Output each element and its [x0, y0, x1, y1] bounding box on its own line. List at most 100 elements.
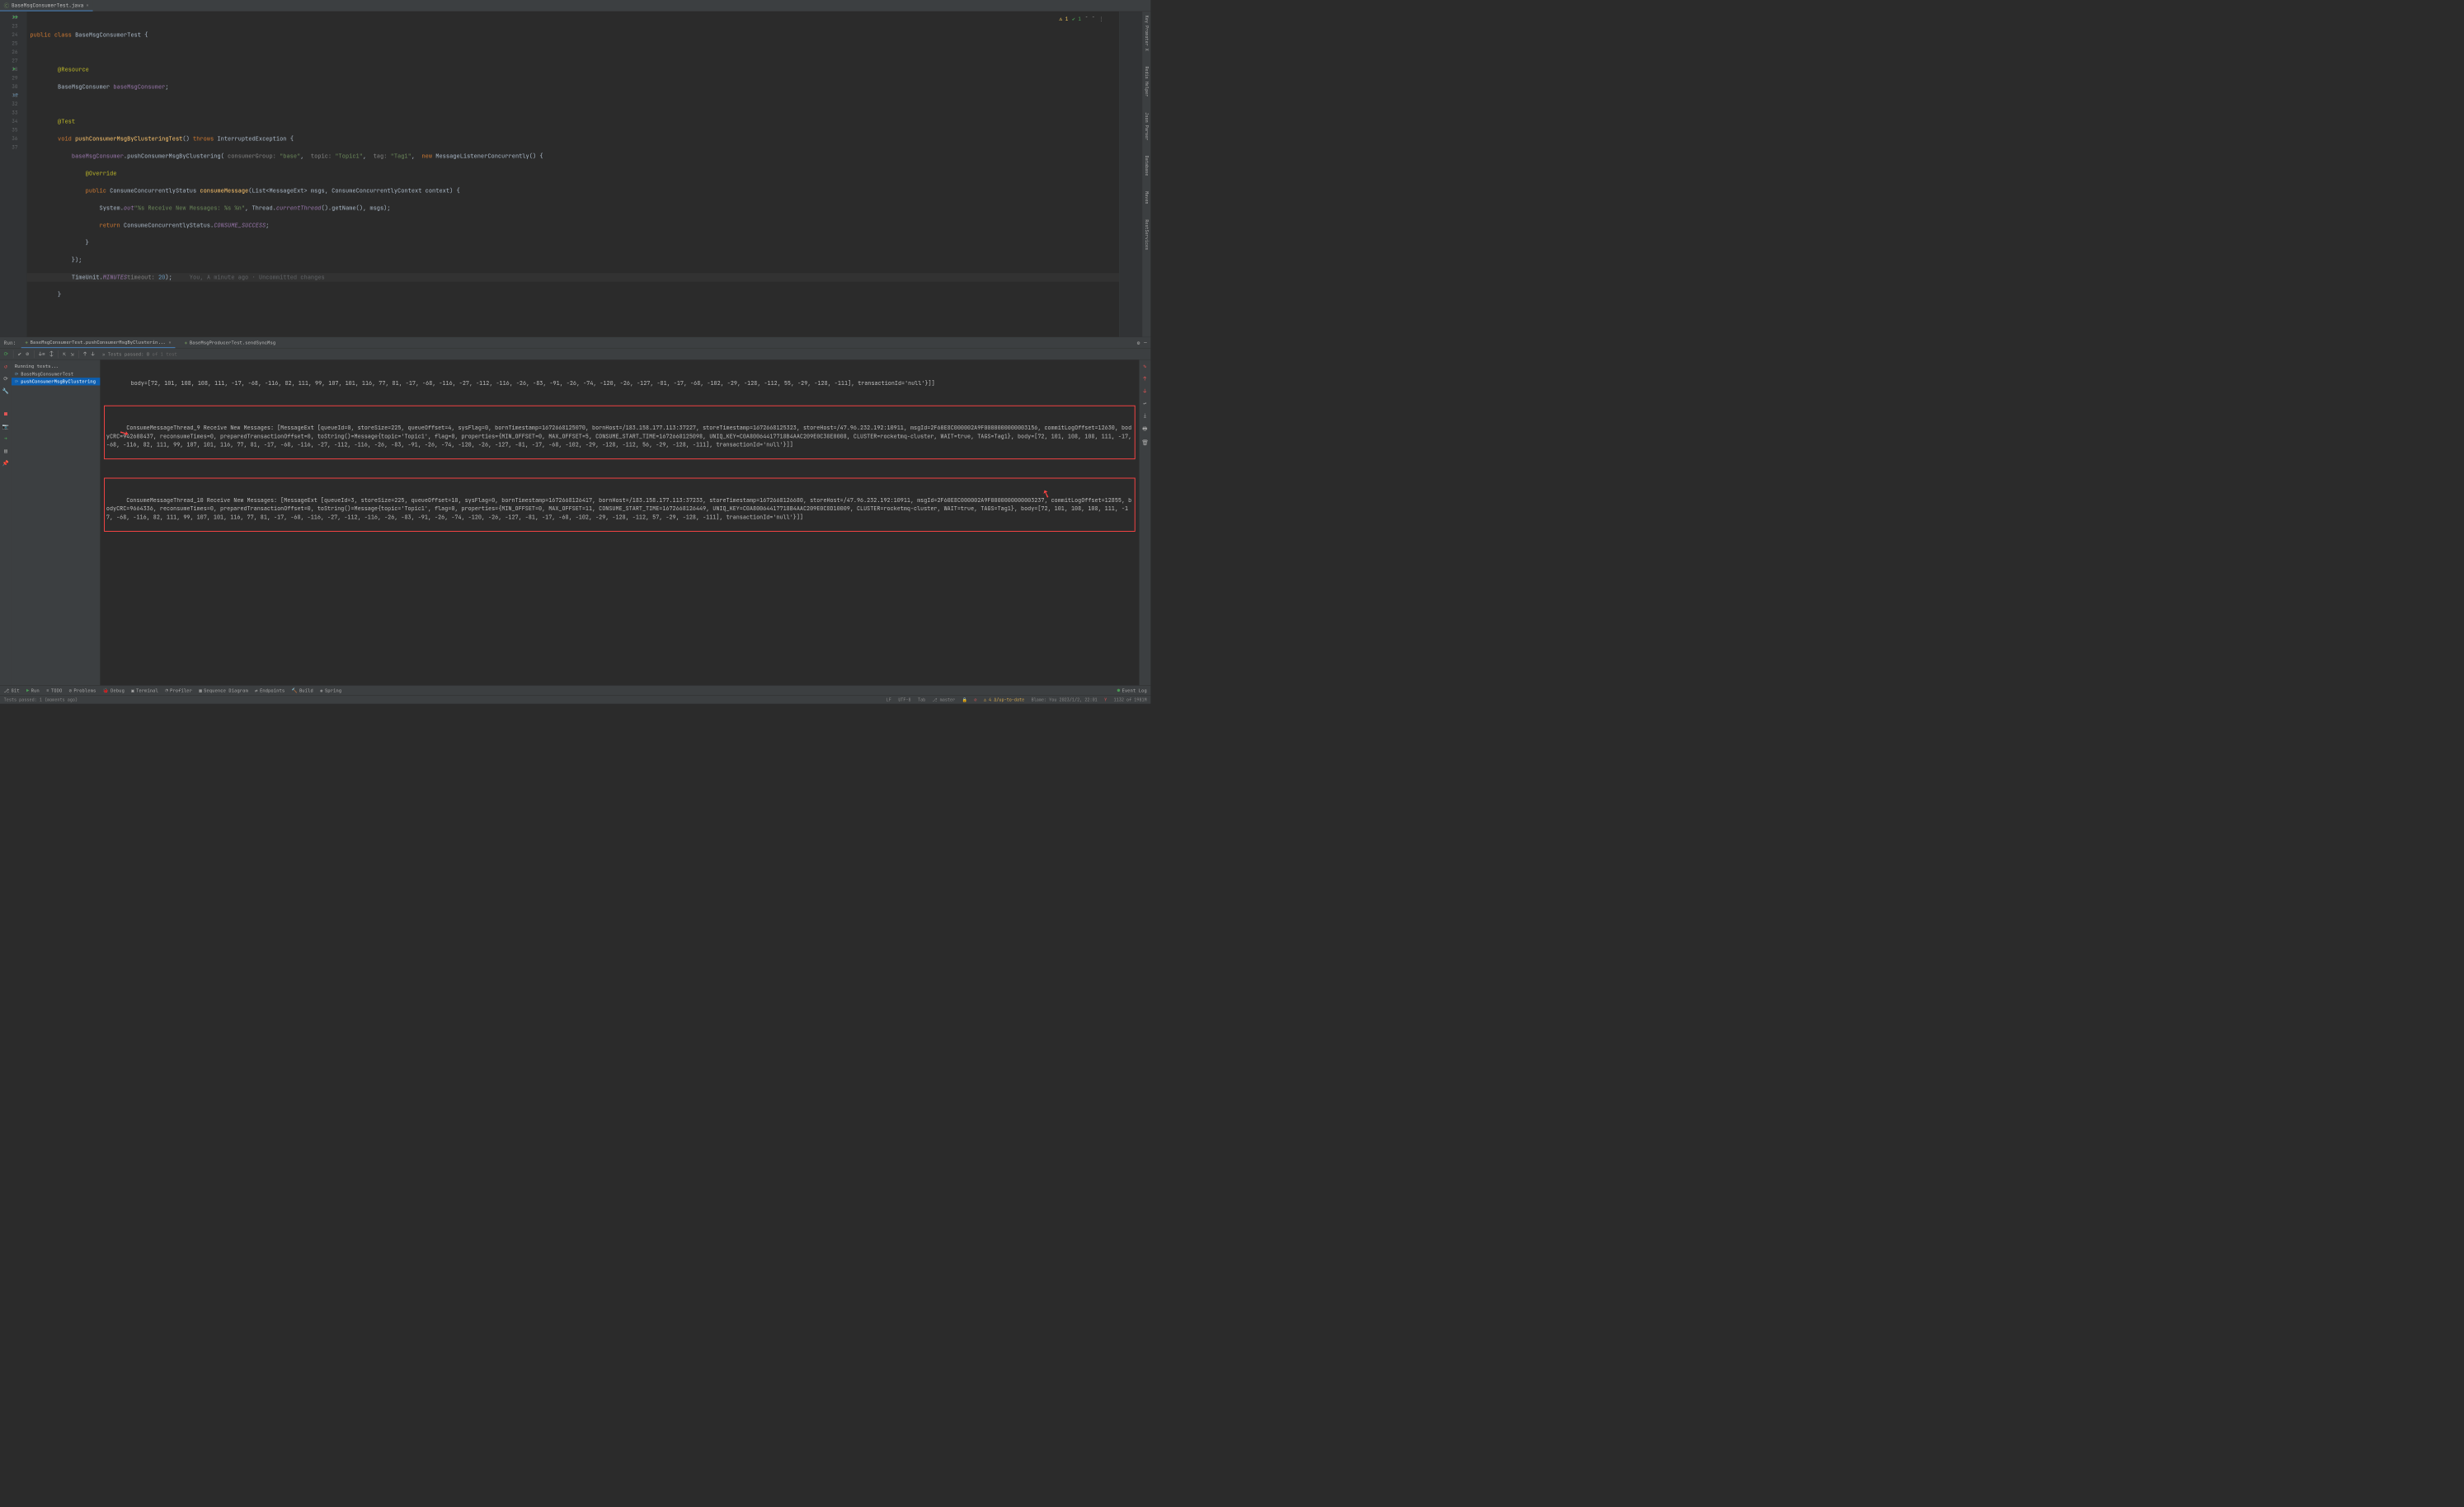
status-indent[interactable]: Tab — [918, 697, 925, 703]
run-test-icon[interactable]: ▶ — [13, 65, 16, 74]
tool-sequence-diagram[interactable]: ▦ Sequence Diagram — [199, 688, 248, 693]
check-icon[interactable]: ✔ — [18, 350, 21, 357]
status-branch[interactable]: ⎇ master — [933, 697, 956, 703]
tree-status: Running tests... — [12, 362, 100, 369]
toggle-auto-icon[interactable]: ⟳ — [3, 375, 7, 382]
gear-icon[interactable]: ⚙ — [1137, 340, 1140, 346]
status-memory[interactable]: 1132 of 1981M — [1114, 697, 1147, 703]
tree-class-item[interactable]: ⟳BaseMsgConsumerTest — [12, 370, 100, 378]
tool-run[interactable]: ▶ Run — [26, 688, 40, 693]
expand-icon[interactable]: ⇱ — [63, 350, 66, 357]
line-number: ▶▶22 — [0, 13, 27, 22]
java-class-icon: Ⓒ — [4, 2, 10, 9]
minimize-icon[interactable]: — — [1144, 340, 1147, 346]
line-number: 33 — [0, 108, 27, 117]
close-icon[interactable]: × — [86, 2, 89, 8]
scroll-end-icon[interactable]: ⤓ — [1144, 412, 1146, 419]
soft-wrap-icon[interactable]: ↩ — [1143, 400, 1146, 406]
line-number: 27 — [0, 56, 27, 65]
console-output[interactable]: body=[72, 101, 108, 108, 111, -17, -68, … — [100, 360, 1139, 686]
clear-icon[interactable]: 🗑 — [1141, 439, 1148, 446]
line-number: ▶28 — [0, 65, 27, 74]
git-blame-inline: You, A minute ago · Uncommitted changes — [172, 274, 325, 281]
console-line: body=[72, 101, 108, 108, 111, -17, -68, … — [104, 379, 1136, 387]
tool-build[interactable]: 🔨 Build — [292, 688, 313, 693]
tool-redis-helper[interactable]: Redis Helper — [1144, 67, 1150, 97]
tool-key-promoter[interactable]: Key Promoter X — [1144, 16, 1150, 51]
sort-icon[interactable]: ↓≡ — [39, 350, 45, 357]
editor-tab[interactable]: Ⓒ BaseMsgConsumerTest.java × — [0, 0, 93, 12]
tests-passed-label: » Tests passed: 0 of 1 test — [102, 351, 177, 357]
line-number: 32 — [0, 100, 27, 109]
close-icon[interactable]: × — [168, 339, 172, 345]
editor-area: ▶▶22 23 24 25 26 27 ▶28 29 30 o↑31 32 33… — [0, 12, 1150, 337]
tool-profiler[interactable]: ◔ Profiler — [165, 688, 192, 693]
prev-icon[interactable]: ↑ — [83, 350, 87, 357]
layout-icon[interactable]: ▤ — [4, 448, 7, 454]
run-class-icon[interactable]: ▶▶ — [13, 13, 18, 22]
pin-icon[interactable]: 📌 — [2, 460, 9, 467]
highlighted-console-block-1: ➘ ConsumeMessageThread_9 Receive New Mes… — [104, 406, 1136, 459]
test-config-icon: ◈ — [25, 339, 27, 345]
status-message: Tests passed: 1 (moments ago) — [4, 697, 880, 703]
run-tab-2[interactable]: ◈ BaseMsgProducerTest.sendSyncMsg — [181, 337, 280, 348]
run-panel-header: Run: ◈ BaseMsgConsumerTest.pushConsumerM… — [0, 337, 1150, 349]
run-panel-label: Run: — [4, 340, 16, 346]
tool-git[interactable]: ⎇ Git — [4, 688, 20, 693]
tool-rest-services[interactable]: RestServices — [1144, 219, 1150, 250]
test-config-icon: ◈ — [185, 340, 187, 345]
tool-maven[interactable]: Maven — [1144, 191, 1150, 204]
status-encoding[interactable]: UTF-8 — [898, 697, 910, 703]
next-icon[interactable]: ↓ — [92, 350, 95, 357]
run-tab-1[interactable]: ◈ BaseMsgConsumerTest.pushConsumerMsgByC… — [21, 337, 176, 348]
disable-icon[interactable]: ⊘ — [26, 350, 29, 357]
right-tool-strip: Key Promoter X Redis Helper Json Parser … — [1142, 12, 1150, 337]
print-icon[interactable]: 🖶 — [1142, 425, 1147, 434]
exit-icon[interactable]: ➜ — [4, 435, 7, 442]
line-number: 29 — [0, 73, 27, 82]
tool-event-log[interactable]: ● Event Log — [1117, 688, 1147, 693]
up-arrow-icon[interactable]: ↑ — [1143, 375, 1146, 382]
tool-endpoints[interactable]: ⇄ Endpoints — [255, 688, 284, 693]
status-line-ending[interactable]: LF — [886, 697, 891, 703]
tool-problems[interactable]: ⊘ Problems — [69, 688, 96, 693]
stop-icon[interactable]: ■ — [4, 411, 7, 417]
inspections-menu-icon[interactable]: ⋮ — [1098, 15, 1103, 24]
run-left-toolbar: ↺ ⟳ 🔧 ■ 📷 ➜ ▤ 📌 — [0, 360, 12, 686]
run-body: ↺ ⟳ 🔧 ■ 📷 ➜ ▤ 📌 Running tests... ⟳BaseMs… — [0, 360, 1150, 686]
filter-icon[interactable]: ↕ — [49, 350, 53, 357]
spinner-icon: ⟳ — [15, 378, 19, 384]
warnings-indicator[interactable]: ⚠ 1 — [1059, 15, 1068, 24]
line-number: 30 — [0, 82, 27, 92]
tool-debug[interactable]: 🐞 Debug — [103, 688, 125, 693]
line-number: 25 — [0, 39, 27, 48]
dump-icon[interactable]: 📷 — [2, 423, 9, 430]
rerun-failed-icon[interactable]: ↺ — [4, 363, 7, 369]
line-number: 23 — [0, 21, 27, 31]
code-editor[interactable]: ⚠ 1 ✔ 1 ˆ ˇ ⋮ public class BaseMsgConsum… — [27, 12, 1119, 337]
status-blame[interactable]: Blame: You 2023/1/2, 22:01 — [1032, 697, 1098, 703]
status-changes[interactable]: ⚠ 4 Δ/up-to-date — [984, 697, 1024, 703]
editor-tab-bar: Ⓒ BaseMsgConsumerTest.java × — [0, 0, 1150, 12]
tool-todo[interactable]: ≡ TODO — [46, 688, 62, 693]
collapse-icon[interactable]: ⇲ — [71, 350, 74, 357]
line-number: 24 — [0, 31, 27, 40]
override-icon[interactable]: o↑ — [13, 91, 18, 100]
tree-test-item[interactable]: ⟳pushConsumerMsgByClustering — [12, 378, 100, 385]
status-bar: Tests passed: 1 (moments ago) LF UTF-8 T… — [0, 695, 1150, 703]
prev-highlight-icon[interactable]: ˆ — [1085, 15, 1089, 24]
tool-json-parser[interactable]: Json Parser — [1144, 112, 1150, 140]
next-highlight-icon[interactable]: ˇ — [1092, 15, 1095, 24]
code-minimap[interactable] — [1119, 12, 1142, 337]
tool-spring[interactable]: ❀ Spring — [320, 688, 341, 693]
yapi-icon[interactable]: Y — [1104, 697, 1107, 703]
wrench-icon[interactable]: 🔧 — [2, 387, 9, 394]
tool-database[interactable]: Database — [1144, 156, 1150, 176]
down-arrow-icon[interactable]: ↓ — [1143, 387, 1146, 394]
rerun-icon[interactable]: ⟳ — [4, 350, 8, 357]
ok-indicator[interactable]: ✔ 1 — [1072, 15, 1081, 24]
lock-icon[interactable]: 🔒 — [962, 697, 967, 703]
tool-terminal[interactable]: ▣ Terminal — [131, 688, 158, 693]
error-indicator-icon[interactable]: ⊘ — [974, 697, 976, 703]
edit-icon[interactable]: ✎ — [1143, 363, 1146, 369]
